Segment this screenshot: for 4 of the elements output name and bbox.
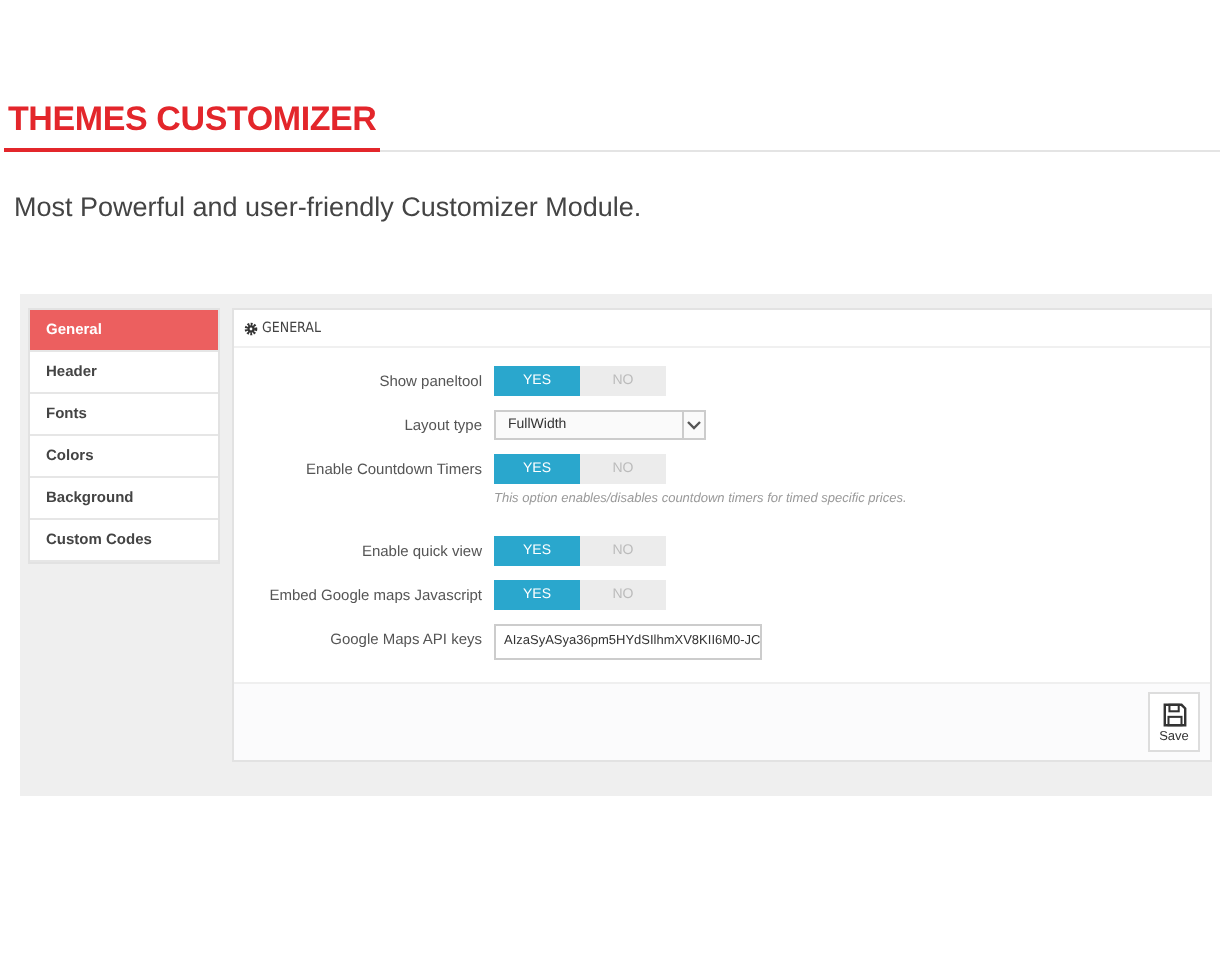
- section-heading: THEMES CUSTOMIZER: [4, 100, 381, 152]
- caret-icon: [682, 412, 704, 438]
- subtitle: Most Powerful and user-friendly Customizer Module.: [14, 192, 644, 222]
- gear-icon: [244, 321, 258, 335]
